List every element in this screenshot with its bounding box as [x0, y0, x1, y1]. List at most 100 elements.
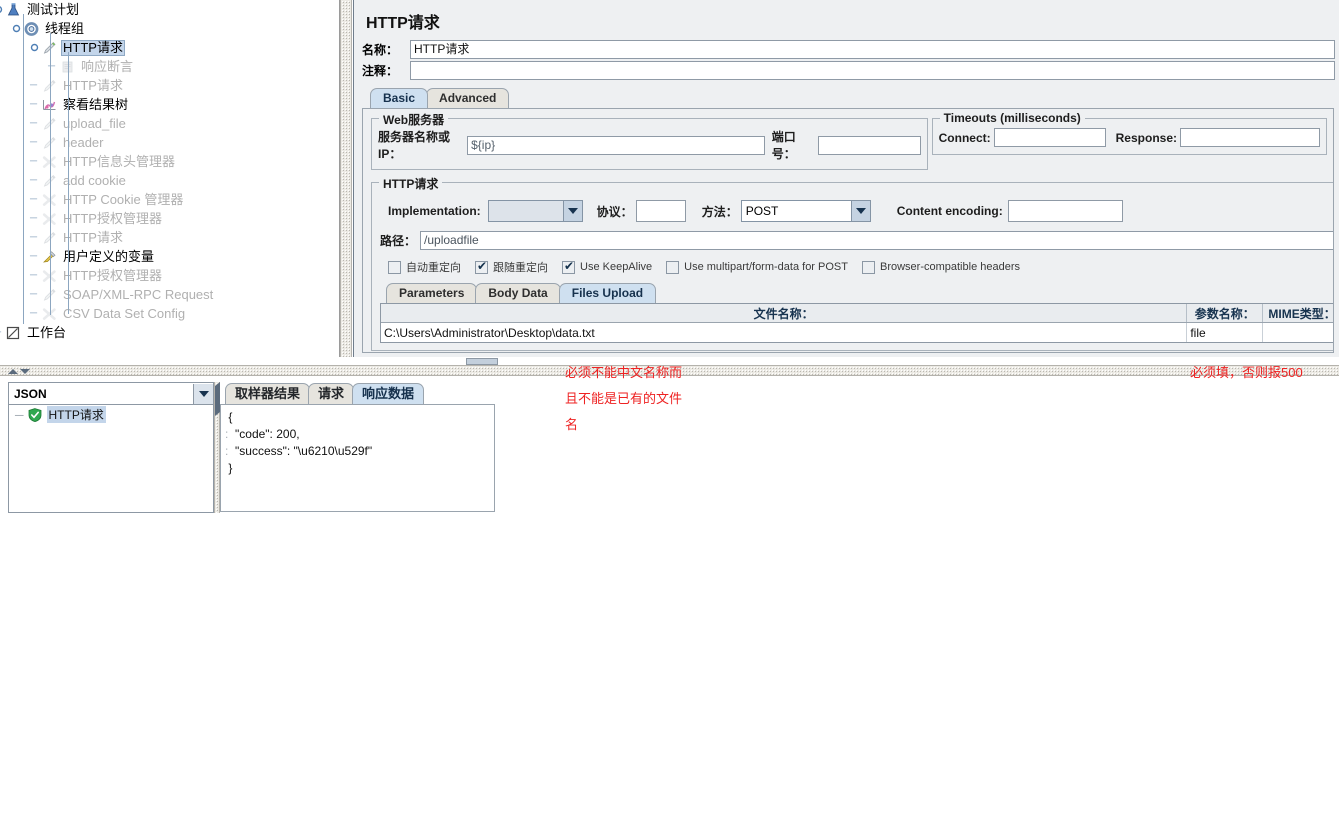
port-label: 端口号：	[771, 130, 796, 161]
column-header-filename[interactable]: 文件名称：	[381, 304, 1188, 322]
page-title: HTTP请求	[366, 15, 440, 32]
tree-expand-handle[interactable]	[30, 41, 41, 55]
tab-basic[interactable]: Basic	[370, 88, 429, 108]
checkbox-box[interactable]	[562, 259, 575, 274]
name-label: 名称：	[362, 43, 399, 57]
chevron-down-icon[interactable]	[850, 201, 870, 221]
tab-files-upload[interactable]: Files Upload	[558, 283, 657, 303]
checkbox-4[interactable]: Browser-compatible headers	[861, 260, 1020, 274]
cell-filename[interactable]: C:\Users\Administrator\Desktop\data.txt	[381, 323, 1188, 342]
implementation-combo-value	[488, 201, 563, 221]
tab-request[interactable]: 请求	[308, 383, 355, 404]
server-name-input[interactable]: ${ip}	[467, 135, 765, 155]
connect-label: Connect:	[938, 130, 991, 145]
test-plan-tree[interactable]: 测试计划 线程组 HTTP请求 ─ 响应断言 ─ HTTP请求 ─ 察看结果树 ─ upload_f…	[0, 0, 340, 357]
comment-label: 注释：	[362, 64, 399, 78]
jmeter-window: 测试计划 线程组 HTTP请求 ─ 响应断言 ─ HTTP请求 ─ 察看结果树 ─ upload_f…	[0, 0, 1339, 833]
response-data-viewer[interactable]: {: "code": 200,: "success": "\u6210\u529…	[220, 404, 495, 512]
tree-item-label: HTTP请求	[63, 77, 123, 93]
basic-advanced-tabbar[interactable]: Basic Advanced	[354, 86, 1339, 108]
chevron-down-icon[interactable]	[562, 201, 582, 221]
tree-connector-line	[50, 33, 51, 315]
table-header-row: 文件名称： 参数名称： MIME类型：	[381, 304, 1333, 323]
results-tree-item[interactable]: ─ HTTP请求	[9, 405, 213, 424]
tree-expander-icon[interactable]: ─	[15, 408, 24, 422]
checkbox-box[interactable]	[475, 259, 488, 274]
checkbox-1[interactable]: 跟随重定向	[475, 259, 548, 275]
cell-mimetype[interactable]	[1263, 323, 1333, 342]
http-request-editor: HTTP请求 名称： HTTP请求 注释： Basic Advanced Web…	[353, 0, 1339, 357]
path-input[interactable]: /uploadfile	[420, 231, 1333, 250]
checkbox-box[interactable]	[861, 260, 875, 274]
table-row[interactable]: C:\Users\Administrator\Desktop\data.txt …	[381, 323, 1333, 342]
tree-item-label: HTTP信息头管理器	[63, 153, 175, 169]
sampler-result-panel: 取样器结果 请求 响应数据 {: "code": 200,: "success"…	[220, 382, 495, 513]
http-request-group-title: HTTP请求	[379, 175, 443, 192]
method-combo[interactable]: POST	[740, 200, 871, 222]
vertical-splitter[interactable]	[340, 0, 352, 357]
tree-item-label: 工作台	[27, 324, 67, 340]
tab-response-data[interactable]: 响应数据	[352, 383, 425, 404]
tree-item-label: HTTP请求	[61, 39, 125, 56]
checkbox-0[interactable]: 自动重定向	[388, 259, 461, 275]
thread-group-icon	[23, 21, 40, 37]
comment-row: 注释：	[354, 61, 1339, 82]
response-label: Response:	[1115, 130, 1177, 145]
annotation-param-required-warning: 必须填，否则报500	[1190, 365, 1303, 380]
tree-branch-line: ─	[30, 137, 38, 148]
horizontal-scrollbar-thumb[interactable]	[466, 358, 498, 365]
column-header-mimetype[interactable]: MIME类型：	[1263, 304, 1333, 322]
protocol-input[interactable]	[635, 200, 686, 222]
tree-connector-line	[68, 52, 69, 314]
implementation-combo[interactable]	[487, 200, 583, 222]
name-row: 名称： HTTP请求	[354, 40, 1339, 61]
tree-expand-handle[interactable]	[12, 22, 23, 36]
render-format-value: JSON	[14, 386, 47, 401]
timeouts-group: Timeouts (milliseconds) Connect: Respons…	[931, 111, 1327, 155]
splitter-collapse-up-icon[interactable]	[8, 369, 18, 374]
tree-item-label: 用户定义的变量	[63, 248, 155, 264]
results-tree-panel[interactable]: JSON ─ HTTP请求	[8, 382, 214, 513]
sampler-result-tabbar[interactable]: 取样器结果 请求 响应数据	[220, 382, 495, 404]
checkbox-label: 跟随重定向	[493, 262, 548, 274]
request-options-checkboxes: 自动重定向 跟随重定向 Use KeepAlive Use multipart/for…	[378, 250, 1333, 275]
tree-item-label: HTTP授权管理器	[63, 210, 162, 226]
tab-sampler-result[interactable]: 取样器结果	[225, 383, 311, 404]
checkbox-label: Browser-compatible headers	[879, 261, 1020, 273]
comment-input[interactable]	[410, 61, 1335, 80]
response-timeout-input[interactable]	[1180, 128, 1320, 147]
tree-branch-line: ─	[30, 175, 38, 186]
name-input[interactable]: HTTP请求	[410, 40, 1335, 59]
tree-item-label: 响应断言	[81, 58, 134, 74]
tab-advanced[interactable]: Advanced	[426, 88, 510, 108]
chevron-down-icon[interactable]	[193, 383, 213, 404]
checkbox-label: 自动重定向	[406, 262, 461, 274]
tree-item-label: add cookie	[63, 172, 126, 188]
content-encoding-label: Content encoding:	[896, 204, 1003, 218]
content-encoding-input[interactable]	[1007, 200, 1123, 222]
path-label: 路径：	[380, 234, 417, 248]
request-data-tabbar[interactable]: Parameters Body Data Files Upload	[378, 281, 1333, 303]
render-format-combo[interactable]: JSON	[9, 383, 213, 405]
tab-parameters[interactable]: Parameters	[386, 283, 478, 303]
checkbox-2[interactable]: Use KeepAlive	[562, 259, 652, 274]
cell-paramname[interactable]: file	[1187, 323, 1264, 342]
files-upload-table[interactable]: 文件名称： 参数名称： MIME类型： C:\Users\Administrat…	[380, 303, 1333, 343]
tree-item-0[interactable]: 测试计划	[0, 0, 339, 19]
checkbox-3[interactable]: Use multipart/form-data for POST	[666, 260, 848, 274]
tab-body-data[interactable]: Body Data	[475, 283, 561, 303]
checkbox-box[interactable]	[666, 260, 680, 274]
response-line: }	[225, 461, 233, 475]
tree-branch-line: ─	[30, 99, 38, 110]
tree-item-17[interactable]: ─工作台	[0, 323, 339, 342]
response-line: : "code": 200,	[225, 427, 300, 441]
server-label: 服务器名称或IP：	[378, 130, 451, 161]
checkbox-box[interactable]	[388, 260, 401, 274]
column-header-paramname[interactable]: 参数名称：	[1187, 304, 1264, 322]
tree-branch-line: ─	[30, 80, 38, 91]
tree-item-label: 测试计划	[27, 1, 80, 17]
port-input[interactable]	[817, 135, 921, 155]
connect-timeout-input[interactable]	[993, 128, 1106, 147]
implementation-label: Implementation:	[388, 204, 481, 218]
splitter-collapse-down-icon[interactable]	[20, 369, 30, 374]
